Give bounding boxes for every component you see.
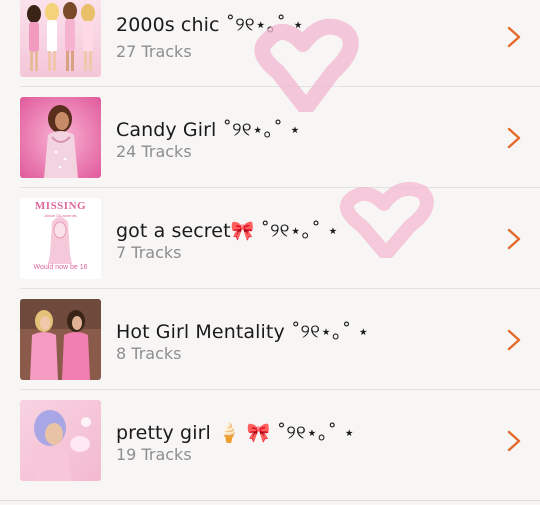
playlist-track-count: 7 Tracks xyxy=(116,243,182,262)
playlist-title: got a secret🎀 ˚୨୧⋆｡˚ ⋆ xyxy=(116,220,340,242)
playlist-title: 2000s chic ˚୨୧⋆｡˚ ⋆ xyxy=(116,14,305,36)
poster-name: Alison DiLaurentis xyxy=(44,213,77,218)
playlist-row[interactable]: pretty girl 🍦 🎀 ˚୨୧⋆｡˚ ⋆ 19 Tracks xyxy=(0,390,540,490)
playlist-artwork xyxy=(20,299,101,380)
chevron-right-icon xyxy=(507,430,521,452)
playlist-row[interactable]: Hot Girl Mentality ˚୨୧⋆｡˚ ⋆ 8 Tracks xyxy=(0,289,540,389)
chevron-right-icon xyxy=(507,127,521,149)
poster-headline: MISSING xyxy=(34,200,87,212)
playlist-title: pretty girl 🍦 🎀 ˚୨୧⋆｡˚ ⋆ xyxy=(116,422,356,444)
playlist-track-count: 24 Tracks xyxy=(116,142,192,161)
playlist-artwork xyxy=(20,97,101,178)
playlist-track-count: 8 Tracks xyxy=(116,344,182,363)
playlist-row[interactable]: 2000s chic ˚୨୧⋆｡˚ ⋆ 27 Tracks xyxy=(0,0,540,86)
playlist-row[interactable]: Candy Girl ˚୨୧⋆｡˚ ⋆ 24 Tracks xyxy=(0,87,540,187)
playlist-list: 2000s chic ˚୨୧⋆｡˚ ⋆ 27 Tracks Candy Girl… xyxy=(0,0,540,505)
list-bottom-divider xyxy=(0,500,540,501)
chevron-right-icon xyxy=(507,329,521,351)
playlist-track-count: 19 Tracks xyxy=(116,445,192,464)
playlist-title: Candy Girl ˚୨୧⋆｡˚ ⋆ xyxy=(116,119,302,141)
playlist-track-count: 27 Tracks xyxy=(116,42,192,61)
chevron-right-icon xyxy=(507,228,521,250)
playlist-artwork xyxy=(20,400,101,481)
playlist-artwork: MISSING Alison DiLaurentis Would now be … xyxy=(20,198,101,279)
playlist-row[interactable]: MISSING Alison DiLaurentis Would now be … xyxy=(0,188,540,288)
playlist-artwork xyxy=(20,0,101,77)
chevron-right-icon xyxy=(507,26,521,48)
playlist-title: Hot Girl Mentality ˚୨୧⋆｡˚ ⋆ xyxy=(116,321,370,343)
poster-footer: Would now be 16 xyxy=(33,264,88,271)
